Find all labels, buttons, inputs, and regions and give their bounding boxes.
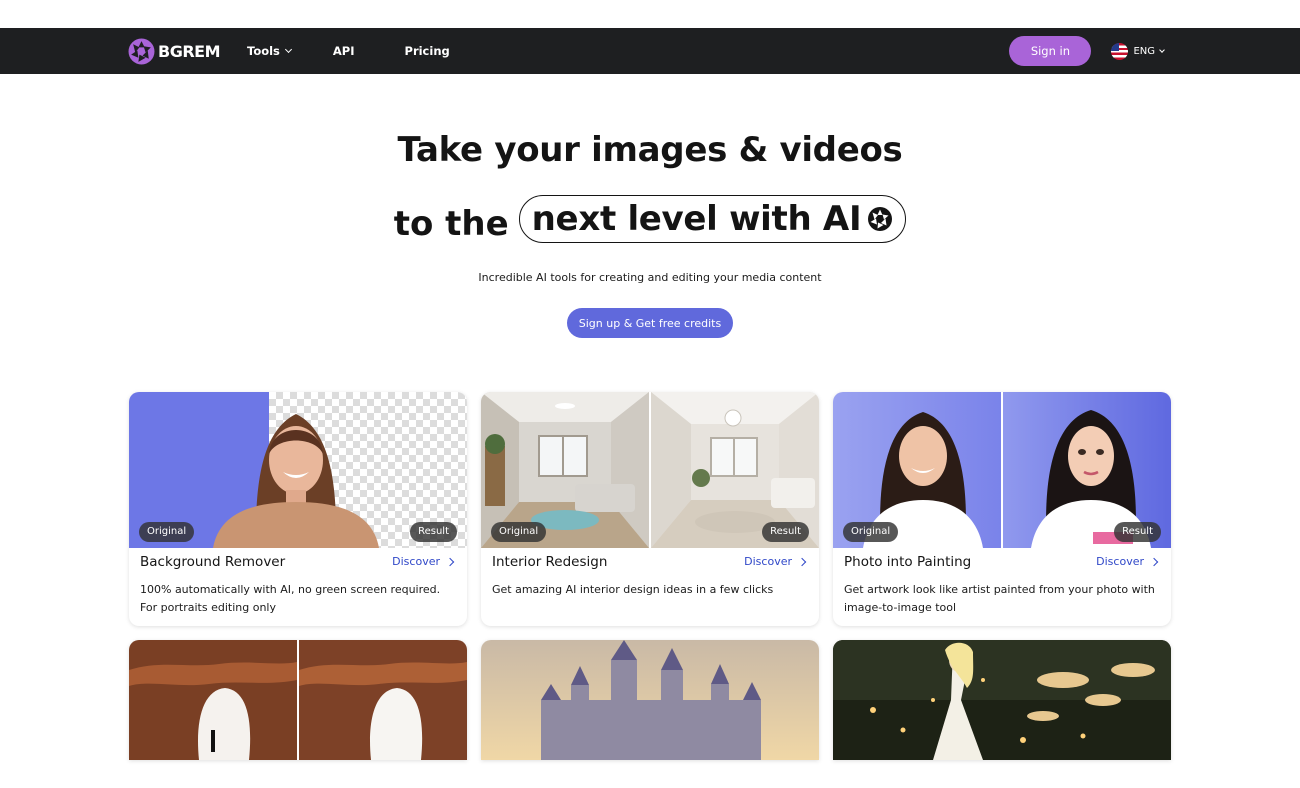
card-description: Get amazing AI interior design ideas in … xyxy=(492,583,774,596)
tool-card-photo-into-painting[interactable]: Original Result Photo into Painting Disc… xyxy=(833,392,1171,626)
arch-original-image xyxy=(129,640,297,760)
logo-text: BGREM xyxy=(158,41,221,61)
tool-card-background-remover[interactable]: Original Result Background Remover Disco… xyxy=(129,392,467,626)
us-flag-icon xyxy=(1111,42,1129,60)
badge-result: Result xyxy=(1114,522,1161,542)
top-navbar: BGREM Tools API Pricing Sign in ENG xyxy=(0,28,1300,74)
sign-in-button[interactable]: Sign in xyxy=(1009,36,1092,66)
chevron-right-icon xyxy=(1149,557,1159,566)
badge-original: Original xyxy=(491,522,547,542)
signup-free-credits-button[interactable]: Sign up & Get free credits xyxy=(567,308,733,338)
discover-label: Discover xyxy=(392,555,440,568)
badge-original: Original xyxy=(843,522,899,542)
hero-heading-line1: Take your images & videos xyxy=(397,130,903,170)
castle-image xyxy=(481,640,819,760)
aperture-icon xyxy=(868,207,893,231)
discover-link[interactable]: Discover xyxy=(1096,555,1159,568)
portrait-woman-image xyxy=(213,414,379,548)
card-title: Interior Redesign xyxy=(492,554,608,570)
tool-card-fantasy[interactable] xyxy=(833,640,1171,760)
arch-result-image xyxy=(299,640,467,760)
card-image: Original Result xyxy=(481,392,819,548)
card-image: Original Result xyxy=(129,392,467,548)
discover-label: Discover xyxy=(744,555,792,568)
card-title: Photo into Painting xyxy=(844,554,972,570)
card-description: Get artwork look like artist painted fro… xyxy=(844,583,1155,614)
nav-tools-label: Tools xyxy=(247,44,280,58)
hero-highlight-pill: next level with AI xyxy=(518,195,907,243)
fantasy-forest-image xyxy=(833,640,1171,760)
card-image: Original Result xyxy=(833,392,1171,548)
discover-label: Discover xyxy=(1096,555,1144,568)
chevron-down-icon xyxy=(284,45,292,54)
chevron-down-icon xyxy=(1159,46,1165,53)
language-selector[interactable]: ENG xyxy=(1111,42,1165,60)
tool-card-rock-arch[interactable] xyxy=(129,640,467,760)
nav-pricing-link[interactable]: Pricing xyxy=(405,44,450,58)
tool-card-castle[interactable] xyxy=(481,640,819,760)
discover-link[interactable]: Discover xyxy=(744,555,807,568)
aperture-logo-icon xyxy=(128,38,155,64)
card-title: Background Remover xyxy=(140,554,286,570)
badge-result: Result xyxy=(762,522,809,542)
tool-card-interior-redesign[interactable]: Original Result Interior Redesign Discov… xyxy=(481,392,819,626)
discover-link[interactable]: Discover xyxy=(392,555,455,568)
hero-heading-plain: to the xyxy=(393,204,509,244)
hero-heading-line2: to the next level with AI xyxy=(0,194,1300,244)
hero-highlight-text: next level with AI xyxy=(531,199,862,239)
language-label: ENG xyxy=(1133,45,1155,57)
logo[interactable]: BGREM xyxy=(128,38,221,65)
nav-api-link[interactable]: API xyxy=(333,44,355,58)
chevron-right-icon xyxy=(797,557,807,566)
navbar-inner: BGREM Tools API Pricing Sign in ENG xyxy=(128,28,1165,74)
hero-subtitle: Incredible AI tools for creating and edi… xyxy=(478,271,822,284)
nav-links: Tools API Pricing xyxy=(247,44,450,58)
chevron-right-icon xyxy=(445,557,455,566)
badge-original: Original xyxy=(139,522,195,542)
card-description: 100% automatically with AI, no green scr… xyxy=(140,583,441,614)
badge-result: Result xyxy=(410,522,457,542)
nav-tools-dropdown[interactable]: Tools xyxy=(247,44,292,58)
nav-right: Sign in ENG xyxy=(1009,36,1165,66)
